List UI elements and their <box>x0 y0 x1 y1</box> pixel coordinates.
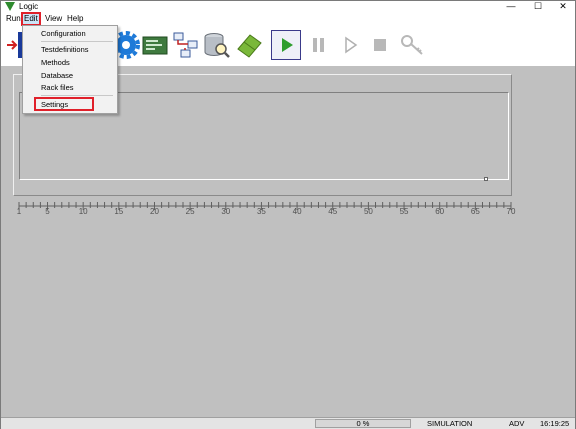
ruler-tick-label: 65 <box>471 207 480 216</box>
ruler-tick-label: 20 <box>150 207 159 216</box>
ruler-tick-label: 50 <box>364 207 373 216</box>
menu-item-rack-files[interactable]: Rack files <box>41 82 74 93</box>
minimize-button[interactable]: — <box>499 1 523 12</box>
status-bar: 0 % SIMULATION ADV 16:19:25 <box>1 417 575 429</box>
eraser-icon[interactable] <box>234 30 264 60</box>
menu-run[interactable]: Run <box>4 13 23 25</box>
clock: 16:19:25 <box>540 419 570 428</box>
mode-indicator: SIMULATION <box>427 419 473 428</box>
menu-item-testdefinitions[interactable]: Testdefinitions <box>41 44 89 55</box>
menu-edit[interactable]: Edit <box>21 12 41 26</box>
pause-icon[interactable] <box>303 30 333 60</box>
menu-separator <box>41 95 113 96</box>
step-icon[interactable] <box>335 30 365 60</box>
key-icon[interactable] <box>397 30 427 60</box>
progress-bar: 0 % <box>315 419 411 428</box>
menu-item-methods[interactable]: Methods <box>41 57 70 68</box>
database-search-icon[interactable] <box>201 30 231 60</box>
ruler-tick-label: 30 <box>221 207 230 216</box>
ruler-tick-label: 25 <box>186 207 195 216</box>
title-bar: Logic — ☐ ✕ <box>1 1 575 12</box>
maximize-button[interactable]: ☐ <box>526 1 550 12</box>
position-ruler: 1 5 10 15 20 25 30 35 40 45 50 55 60 65 70 <box>17 202 516 216</box>
menu-view[interactable]: View <box>43 13 64 25</box>
ruler-tick-label: 10 <box>79 207 88 216</box>
menu-separator <box>41 41 113 42</box>
ruler-tick-label: 5 <box>45 207 50 216</box>
menu-bar: Run Edit View Help <box>1 12 575 26</box>
ruler-tick-label: 1 <box>17 207 22 216</box>
progress-label: 0 % <box>356 419 370 428</box>
resize-handle[interactable] <box>484 177 488 181</box>
ruler-tick-label: 70 <box>507 207 516 216</box>
network-icon[interactable] <box>171 30 201 60</box>
settings-highlight <box>34 97 94 111</box>
ruler-tick-label: 45 <box>328 207 337 216</box>
stop-icon[interactable] <box>365 30 395 60</box>
close-button[interactable]: ✕ <box>551 1 575 12</box>
play-icon[interactable] <box>271 30 301 60</box>
board-icon[interactable] <box>140 30 170 60</box>
ruler-tick-label: 40 <box>293 207 302 216</box>
menu-item-database[interactable]: Database <box>41 70 73 81</box>
ruler-tick-label: 35 <box>257 207 266 216</box>
menu-item-configuration[interactable]: Configuration <box>41 28 86 39</box>
level-indicator: ADV <box>509 419 525 428</box>
window-title: Logic <box>19 2 39 11</box>
menu-help[interactable]: Help <box>65 13 85 25</box>
ruler-tick-label: 55 <box>400 207 409 216</box>
ruler-tick-label: 15 <box>114 207 123 216</box>
ruler-tick-label: 60 <box>435 207 444 216</box>
edit-menu-dropdown: Configuration Testdefinitions Methods Da… <box>22 25 118 114</box>
